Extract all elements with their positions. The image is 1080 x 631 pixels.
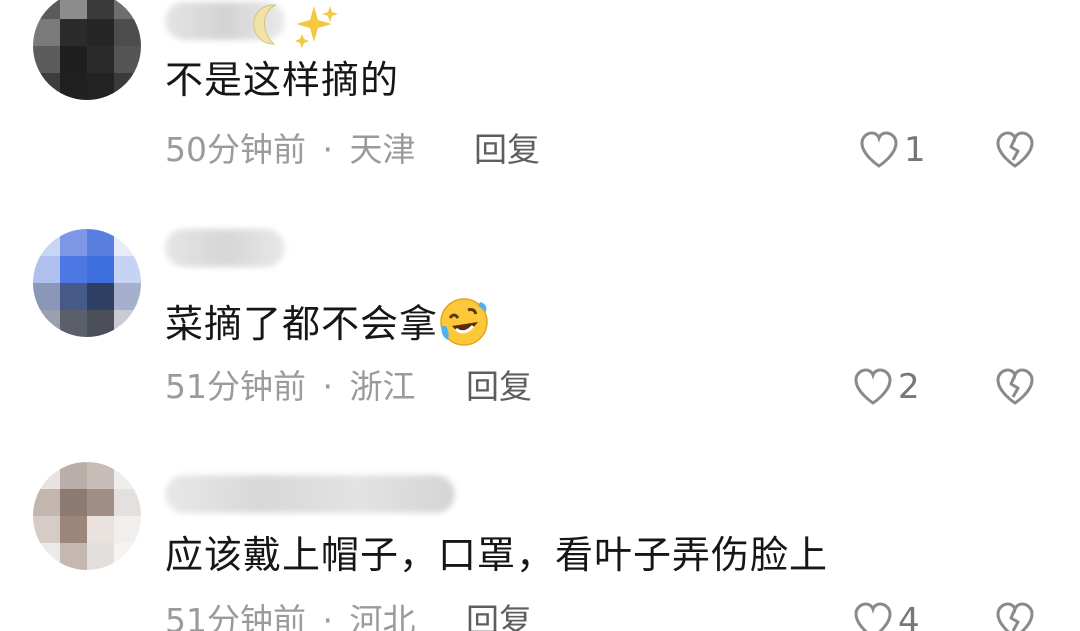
comment-item: 应该戴上帽子，口罩，看叶子弄伤脸上 51分钟前 · 河北 回复 4 xyxy=(0,0,1080,631)
like-button[interactable]: 4 xyxy=(852,601,920,631)
comment-time: 51分钟前 xyxy=(165,601,306,631)
broken-heart-icon xyxy=(994,602,1036,631)
comment-location: 河北 xyxy=(349,601,416,631)
dislike-button[interactable] xyxy=(994,601,1036,631)
reply-button[interactable]: 回复 xyxy=(466,601,532,631)
heart-outline-icon xyxy=(852,601,894,631)
comment-meta: 51分钟前 · 河北 xyxy=(165,601,416,631)
meta-separator: · xyxy=(322,601,334,631)
username-blurred[interactable] xyxy=(165,475,455,513)
avatar[interactable] xyxy=(33,462,141,570)
comment-list: 不是这样摘的 50分钟前 · 天津 回复 1 菜摘了都不会拿 51分钟前 · 浙… xyxy=(0,0,1080,631)
like-count: 4 xyxy=(898,601,920,631)
comment-text: 应该戴上帽子，口罩，看叶子弄伤脸上 xyxy=(165,533,829,577)
